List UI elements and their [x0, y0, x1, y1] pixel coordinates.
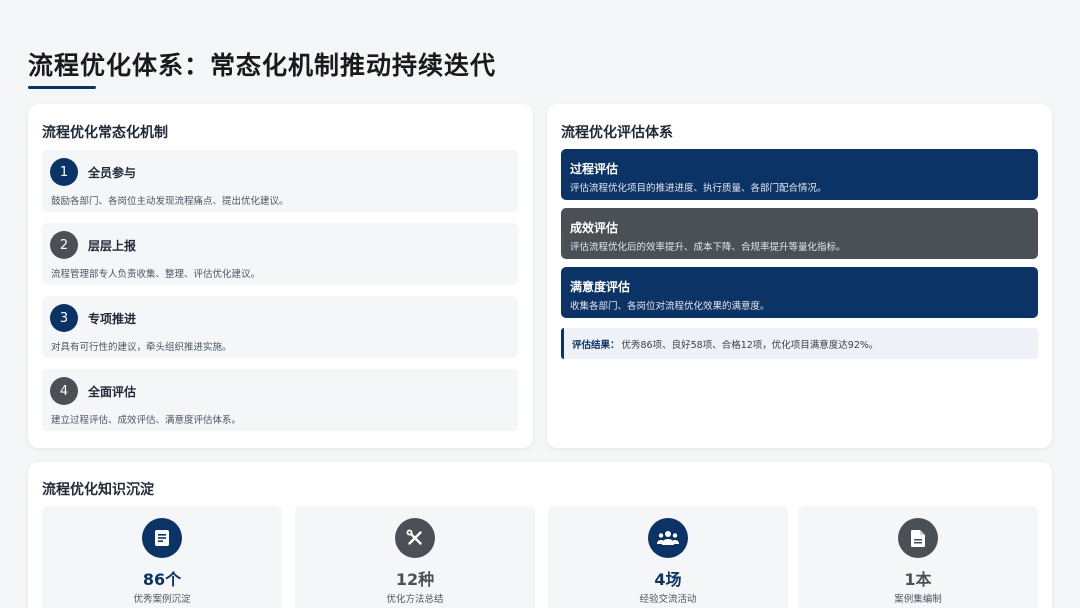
evaluation-result-label: 评估结果： [572, 339, 620, 351]
step-name: 专项推进 [88, 312, 137, 326]
mechanism-step-2: 2 层层上报 流程管理部专人负责收集、整理、评估优化建议。 [42, 223, 518, 285]
step-description: 鼓励各部门、各岗位主动发现流程痛点、提出优化建议。 [51, 196, 289, 207]
title-underline [28, 86, 96, 89]
evaluation-description: 评估流程优化后的效率提升、成本下降、合规率提升等量化指标。 [570, 242, 846, 253]
file-icon [898, 518, 938, 558]
step-number-badge: 1 [50, 158, 78, 186]
mechanism-card: 流程优化常态化机制 1 全员参与 鼓励各部门、各岗位主动发现流程痛点、提出优化建… [28, 104, 533, 448]
evaluation-outcome-box: 成效评估 评估流程优化后的效率提升、成本下降、合规率提升等量化指标。 [561, 208, 1038, 259]
knowledge-label: 案例集编制 [894, 594, 942, 605]
people-icon [648, 518, 688, 558]
evaluation-result: 评估结果： 优秀86项、良好58项、合格12项，优化项目满意度达92%。 [561, 328, 1038, 359]
knowledge-value: 1本 [904, 570, 932, 589]
evaluation-description: 收集各部门、各岗位对流程优化效果的满意度。 [570, 301, 770, 312]
mechanism-step-3: 3 专项推进 对具有可行性的建议，牵头组织推进实施。 [42, 296, 518, 358]
knowledge-value: 4场 [654, 570, 682, 589]
step-name: 层层上报 [88, 239, 137, 253]
document-list-icon [142, 518, 182, 558]
knowledge-item-methods: 12种 优化方法总结 [295, 506, 535, 608]
step-number-badge: 2 [50, 231, 78, 259]
knowledge-label: 优秀案例沉淀 [133, 594, 191, 605]
step-description: 流程管理部专人负责收集、整理、评估优化建议。 [51, 269, 261, 280]
evaluation-process-box: 过程评估 评估流程优化项目的推进进度、执行质量、各部门配合情况。 [561, 149, 1038, 200]
knowledge-value: 12种 [395, 570, 435, 589]
page-title: 流程优化体系：常态化机制推动持续迭代 [28, 51, 497, 80]
knowledge-label: 优化方法总结 [386, 594, 444, 605]
knowledge-value: 86个 [142, 570, 182, 589]
evaluation-satisfaction-box: 满意度评估 收集各部门、各岗位对流程优化效果的满意度。 [561, 267, 1038, 318]
evaluation-description: 评估流程优化项目的推进进度、执行质量、各部门配合情况。 [570, 183, 827, 194]
mechanism-step-1: 1 全员参与 鼓励各部门、各岗位主动发现流程痛点、提出优化建议。 [42, 150, 518, 212]
evaluation-card: 流程优化评估体系 过程评估 评估流程优化项目的推进进度、执行质量、各部门配合情况… [547, 104, 1052, 448]
step-name: 全面评估 [88, 385, 137, 399]
evaluation-name: 过程评估 [570, 162, 619, 176]
knowledge-label: 经验交流活动 [639, 594, 697, 605]
knowledge-item-collection: 1本 案例集编制 [798, 506, 1038, 608]
step-description: 建立过程评估、成效评估、满意度评估体系。 [51, 415, 242, 426]
tools-icon [395, 518, 435, 558]
knowledge-card: 流程优化知识沉淀 86个 优秀案例沉淀 12种 优化方法总结 4场 经验交流活动… [28, 462, 1052, 608]
mechanism-step-4: 4 全面评估 建立过程评估、成效评估、满意度评估体系。 [42, 369, 518, 431]
step-number-badge: 4 [50, 377, 78, 405]
knowledge-item-cases: 86个 优秀案例沉淀 [42, 506, 282, 608]
evaluation-card-title: 流程优化评估体系 [561, 125, 673, 141]
knowledge-item-events: 4场 经验交流活动 [548, 506, 788, 608]
evaluation-name: 满意度评估 [570, 280, 631, 294]
evaluation-result-text: 优秀86项、良好58项、合格12项，优化项目满意度达92%。 [621, 339, 879, 351]
knowledge-card-title: 流程优化知识沉淀 [42, 482, 154, 498]
step-name: 全员参与 [88, 166, 137, 180]
mechanism-card-title: 流程优化常态化机制 [42, 125, 168, 141]
step-description: 对具有可行性的建议，牵头组织推进实施。 [51, 342, 232, 353]
step-number-badge: 3 [50, 304, 78, 332]
evaluation-name: 成效评估 [570, 221, 619, 235]
